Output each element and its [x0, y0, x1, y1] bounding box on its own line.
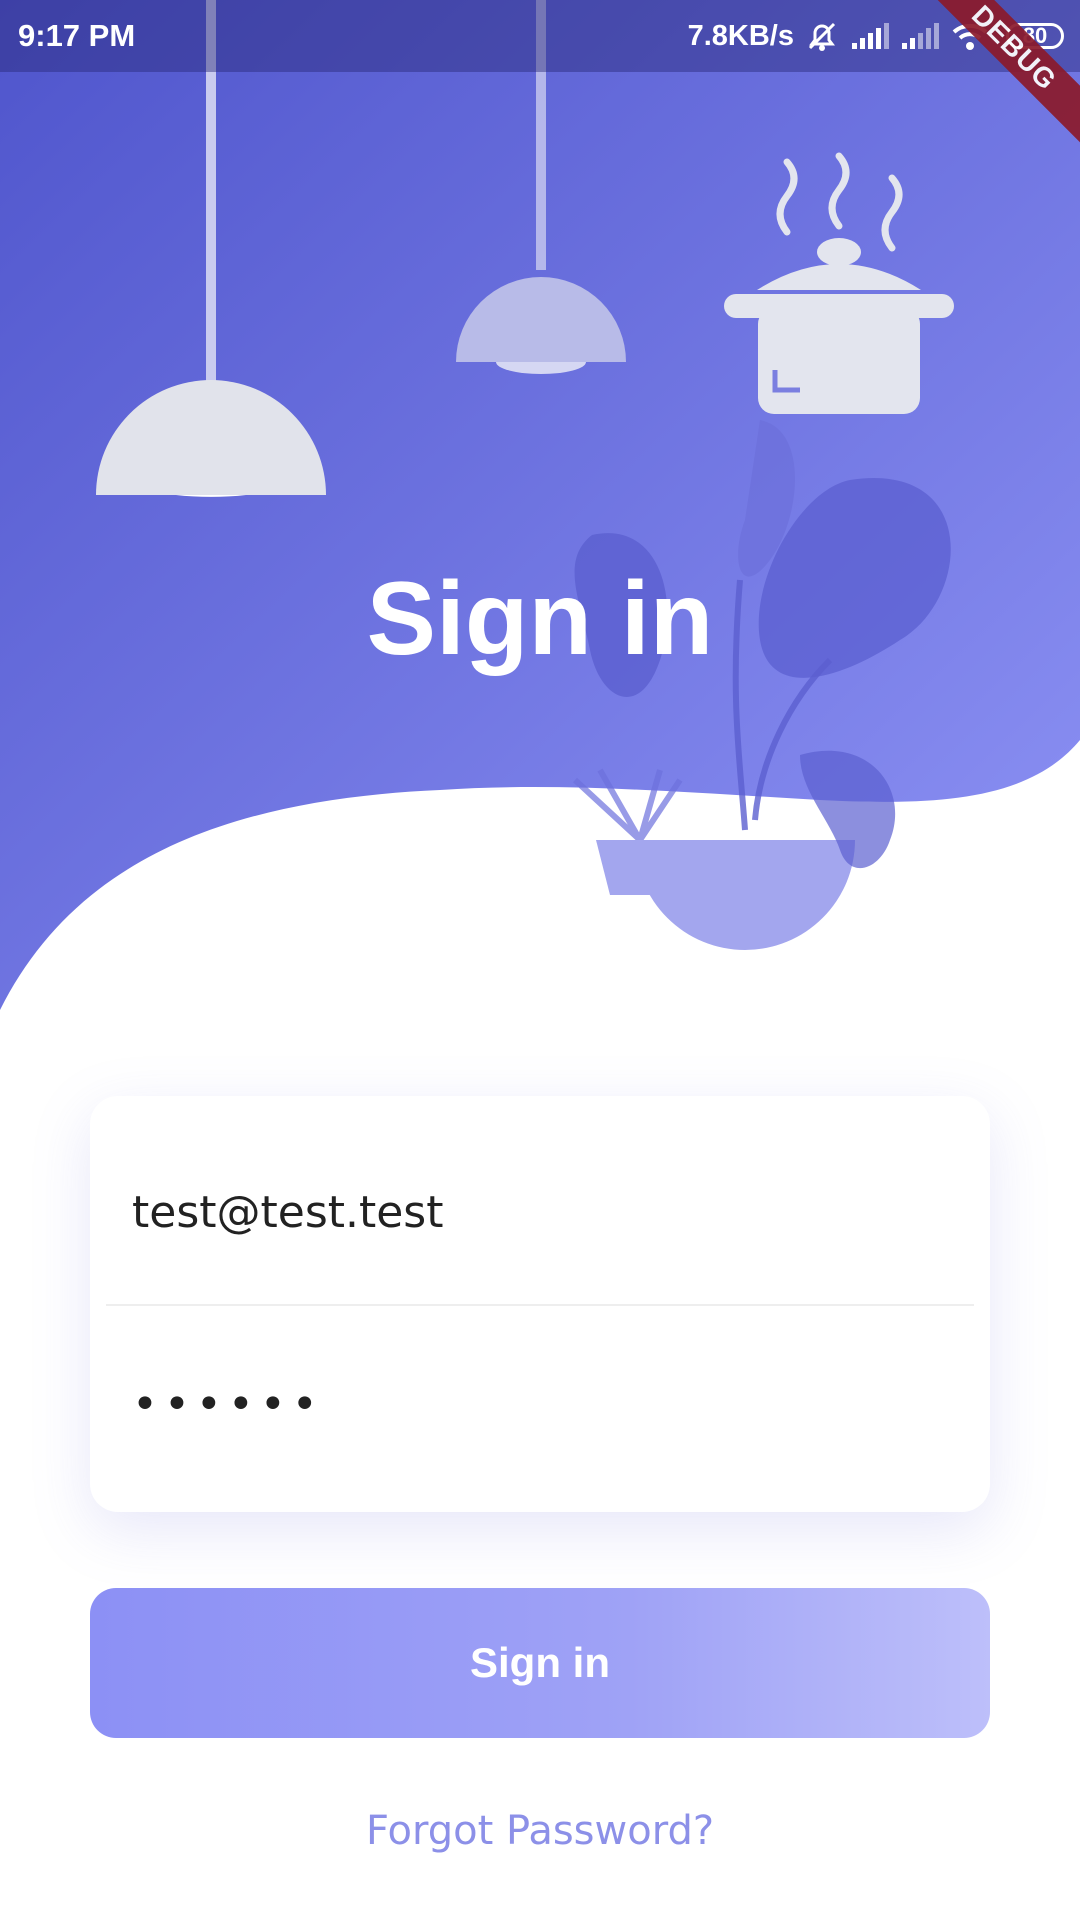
- hero-illustration: [0, 0, 1080, 1010]
- signal-icon: [852, 23, 889, 49]
- mute-bell-icon: [808, 22, 836, 51]
- sign-in-button[interactable]: Sign in: [90, 1588, 990, 1738]
- signal-icon: [902, 23, 939, 49]
- network-speed: 7.8KB/s: [687, 19, 794, 52]
- status-time: 9:17 PM: [18, 18, 136, 53]
- forgot-password-link[interactable]: Forgot Password?: [0, 1808, 1080, 1854]
- status-bar: 9:17 PM 7.8KB/s 80: [0, 0, 1080, 72]
- field-divider: [106, 1304, 974, 1306]
- password-field[interactable]: [130, 1368, 954, 1440]
- email-field[interactable]: [130, 1176, 954, 1248]
- page-title: Sign in: [366, 561, 714, 677]
- login-form-card: [90, 1096, 990, 1512]
